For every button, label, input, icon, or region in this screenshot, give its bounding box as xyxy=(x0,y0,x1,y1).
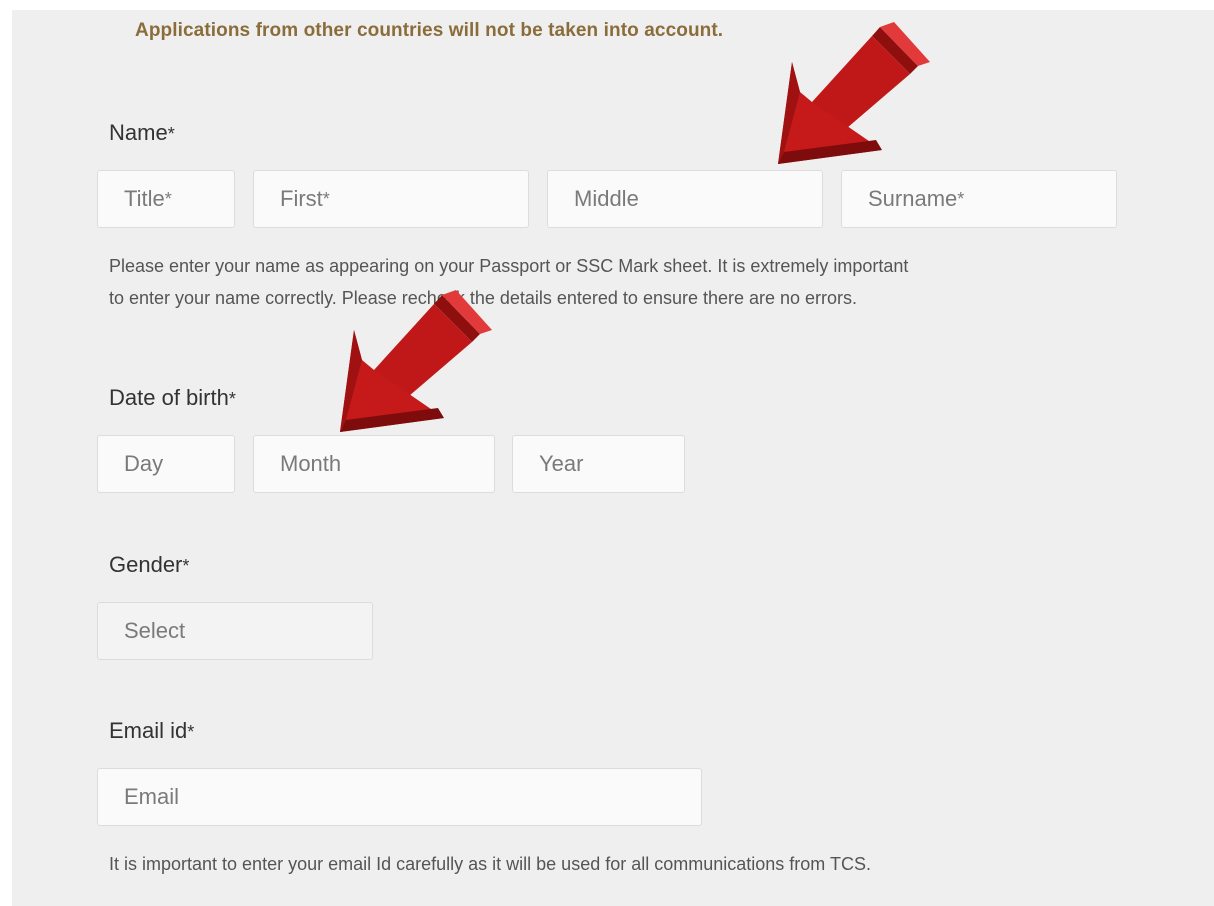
email-label-text: Email id xyxy=(109,718,188,743)
required-mark: * xyxy=(322,188,330,209)
first-name-field[interactable]: First * xyxy=(253,170,529,228)
required-mark: * xyxy=(167,124,175,144)
gender-select[interactable]: Select xyxy=(97,602,373,660)
gender-label-text: Gender xyxy=(109,552,183,577)
dob-label: Date of birth* xyxy=(109,385,236,411)
required-mark: * xyxy=(228,389,236,409)
name-help-line-1: Please enter your name as appearing on y… xyxy=(109,256,909,276)
name-label-text: Name xyxy=(109,120,168,145)
email-label: Email id* xyxy=(109,718,194,744)
gender-label: Gender* xyxy=(109,552,189,578)
day-field[interactable]: Day xyxy=(97,435,235,493)
day-placeholder: Day xyxy=(124,451,164,476)
name-help-line-2: to enter your name correctly. Please rec… xyxy=(109,288,858,308)
title-placeholder: Title xyxy=(124,186,165,211)
dob-label-text: Date of birth xyxy=(109,385,229,410)
email-help-text: It is important to enter your email Id c… xyxy=(109,854,871,874)
year-placeholder: Year xyxy=(539,451,584,476)
name-label: Name* xyxy=(109,120,175,146)
name-help-text: Please enter your name as appearing on y… xyxy=(109,250,908,314)
required-mark: * xyxy=(187,722,195,742)
surname-placeholder: Surname xyxy=(868,186,958,211)
required-mark: * xyxy=(957,188,965,209)
gender-select-value: Select xyxy=(124,618,186,643)
page: Applications from other countries will n… xyxy=(0,0,1214,906)
required-mark: * xyxy=(164,188,172,209)
middle-placeholder: Middle xyxy=(574,186,639,211)
surname-field[interactable]: Surname * xyxy=(841,170,1117,228)
month-placeholder: Month xyxy=(280,451,342,476)
year-field[interactable]: Year xyxy=(512,435,685,493)
country-notice: Applications from other countries will n… xyxy=(135,20,724,41)
title-field[interactable]: Title * xyxy=(97,170,235,228)
email-placeholder: Email xyxy=(124,784,180,809)
email-field[interactable]: Email xyxy=(97,768,702,826)
first-placeholder: First xyxy=(280,186,323,211)
form-panel: Applications from other countries will n… xyxy=(12,10,1214,906)
required-mark: * xyxy=(182,556,190,576)
middle-name-field[interactable]: Middle xyxy=(547,170,823,228)
month-field[interactable]: Month xyxy=(253,435,495,493)
